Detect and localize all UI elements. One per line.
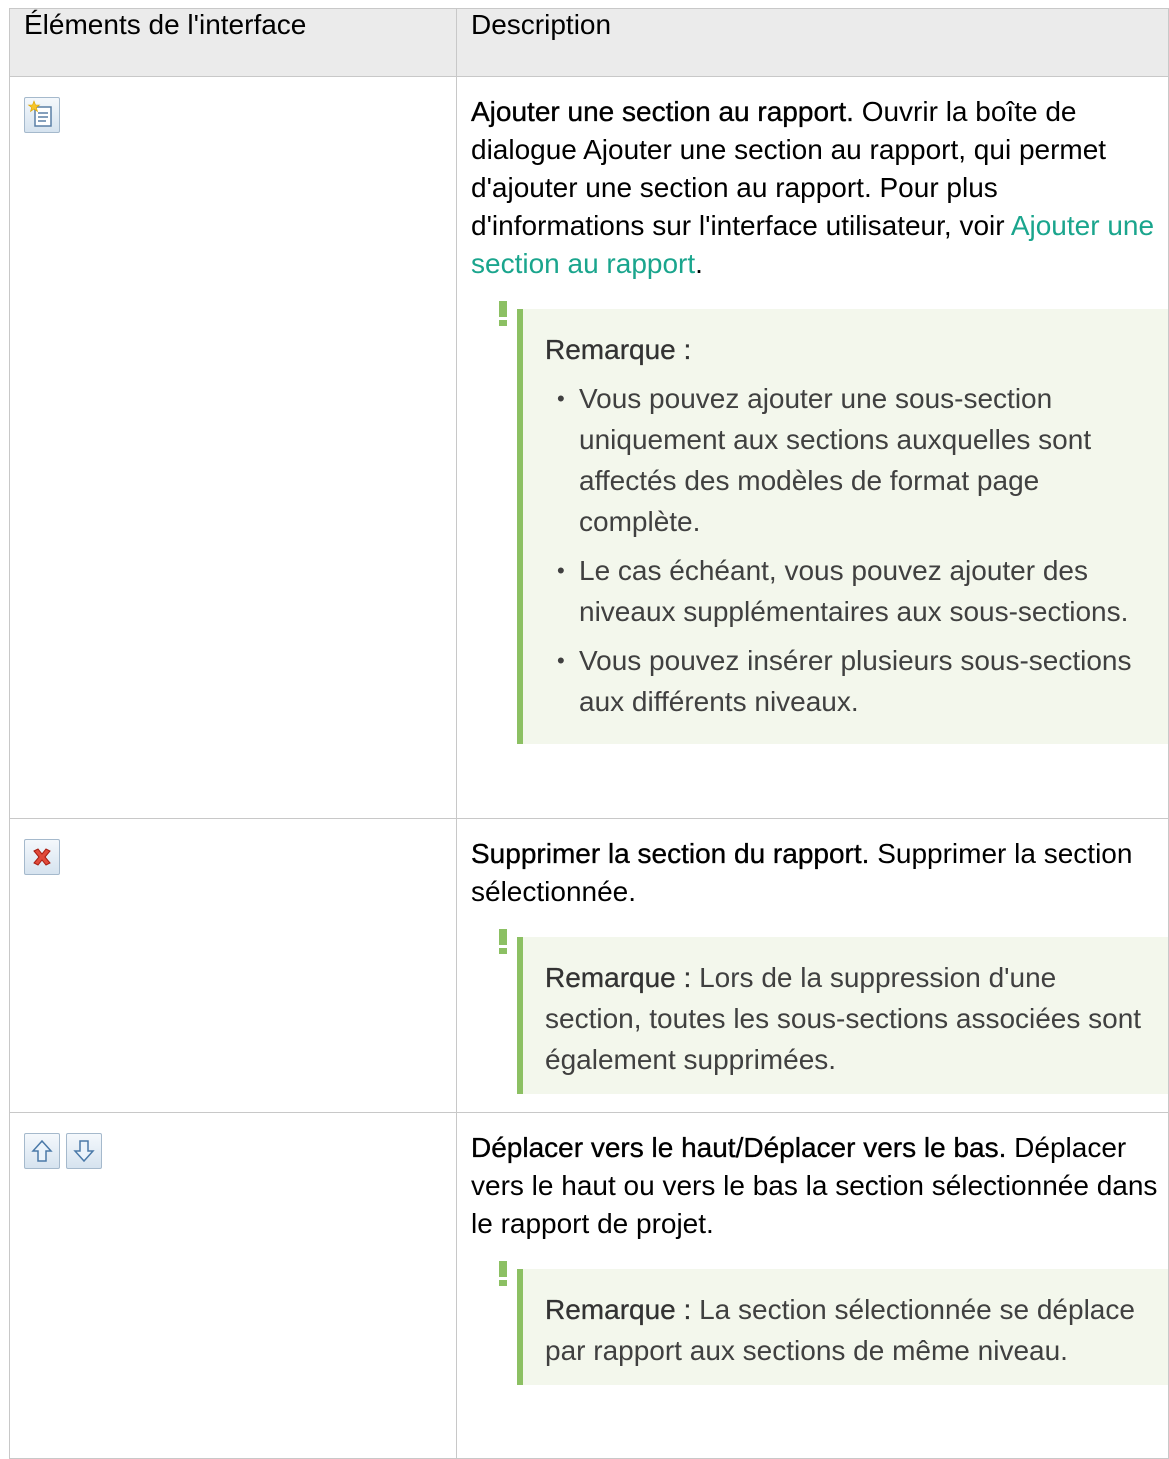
exclamation-icon	[499, 929, 507, 954]
description-cell: Déplacer vers le haut/Déplacer vers le b…	[456, 1112, 1169, 1459]
note: Remarque : La section sélectionnée se dé…	[517, 1269, 1168, 1385]
description-title: Déplacer vers le haut/Déplacer vers le b…	[471, 1132, 1007, 1163]
delete-section-icon[interactable]	[24, 839, 60, 875]
table-header-row: Éléments de l'interface Description	[9, 8, 1169, 77]
table-row: Déplacer vers le haut/Déplacer vers le b…	[9, 1112, 1169, 1459]
exclamation-icon	[499, 1261, 507, 1286]
note: Remarque : Lors de la suppression d'une …	[517, 937, 1168, 1094]
table-row: Ajouter une section au rapport. Ouvrir l…	[9, 76, 1169, 819]
description-text: Supprimer la section du rapport. Supprim…	[471, 835, 1168, 911]
icon-cell	[9, 1112, 457, 1459]
description-text: Ajouter une section au rapport. Ouvrir l…	[471, 93, 1168, 283]
note-block: Remarque : Vous pouvez ajouter une sous-…	[499, 301, 1168, 744]
note: Remarque : Vous pouvez ajouter une sous-…	[517, 309, 1168, 744]
list-item: Vous pouvez insérer plusieurs sous-secti…	[557, 640, 1156, 722]
description-cell: Supprimer la section du rapport. Supprim…	[456, 818, 1169, 1113]
add-section-icon[interactable]	[24, 97, 60, 133]
note-block: Remarque : La section sélectionnée se dé…	[499, 1261, 1168, 1385]
description-text: Déplacer vers le haut/Déplacer vers le b…	[471, 1129, 1168, 1243]
description-cell: Ajouter une section au rapport. Ouvrir l…	[456, 76, 1169, 819]
note-list: Vous pouvez ajouter une sous-section uni…	[545, 378, 1156, 722]
list-item: Le cas échéant, vous pouvez ajouter des …	[557, 550, 1156, 632]
note-label: Remarque :	[545, 962, 692, 993]
note-label: Remarque :	[545, 1294, 692, 1325]
icon-cell	[9, 818, 457, 1113]
table-row: Supprimer la section du rapport. Supprim…	[9, 818, 1169, 1113]
description-period: .	[695, 248, 703, 279]
note-block: Remarque : Lors de la suppression d'une …	[499, 929, 1168, 1094]
move-up-icon[interactable]	[24, 1133, 60, 1169]
exclamation-icon	[499, 301, 507, 326]
icon-cell	[9, 76, 457, 819]
header-description: Description	[456, 8, 1169, 77]
note-label: Remarque :	[545, 334, 692, 365]
ui-elements-table: Éléments de l'interface Description Ajou…	[9, 8, 1169, 1459]
header-ui-elements: Éléments de l'interface	[9, 8, 457, 77]
description-title: Ajouter une section au rapport.	[471, 96, 854, 127]
description-title: Supprimer la section du rapport.	[471, 838, 870, 869]
list-item: Vous pouvez ajouter une sous-section uni…	[557, 378, 1156, 542]
move-down-icon[interactable]	[66, 1133, 102, 1169]
